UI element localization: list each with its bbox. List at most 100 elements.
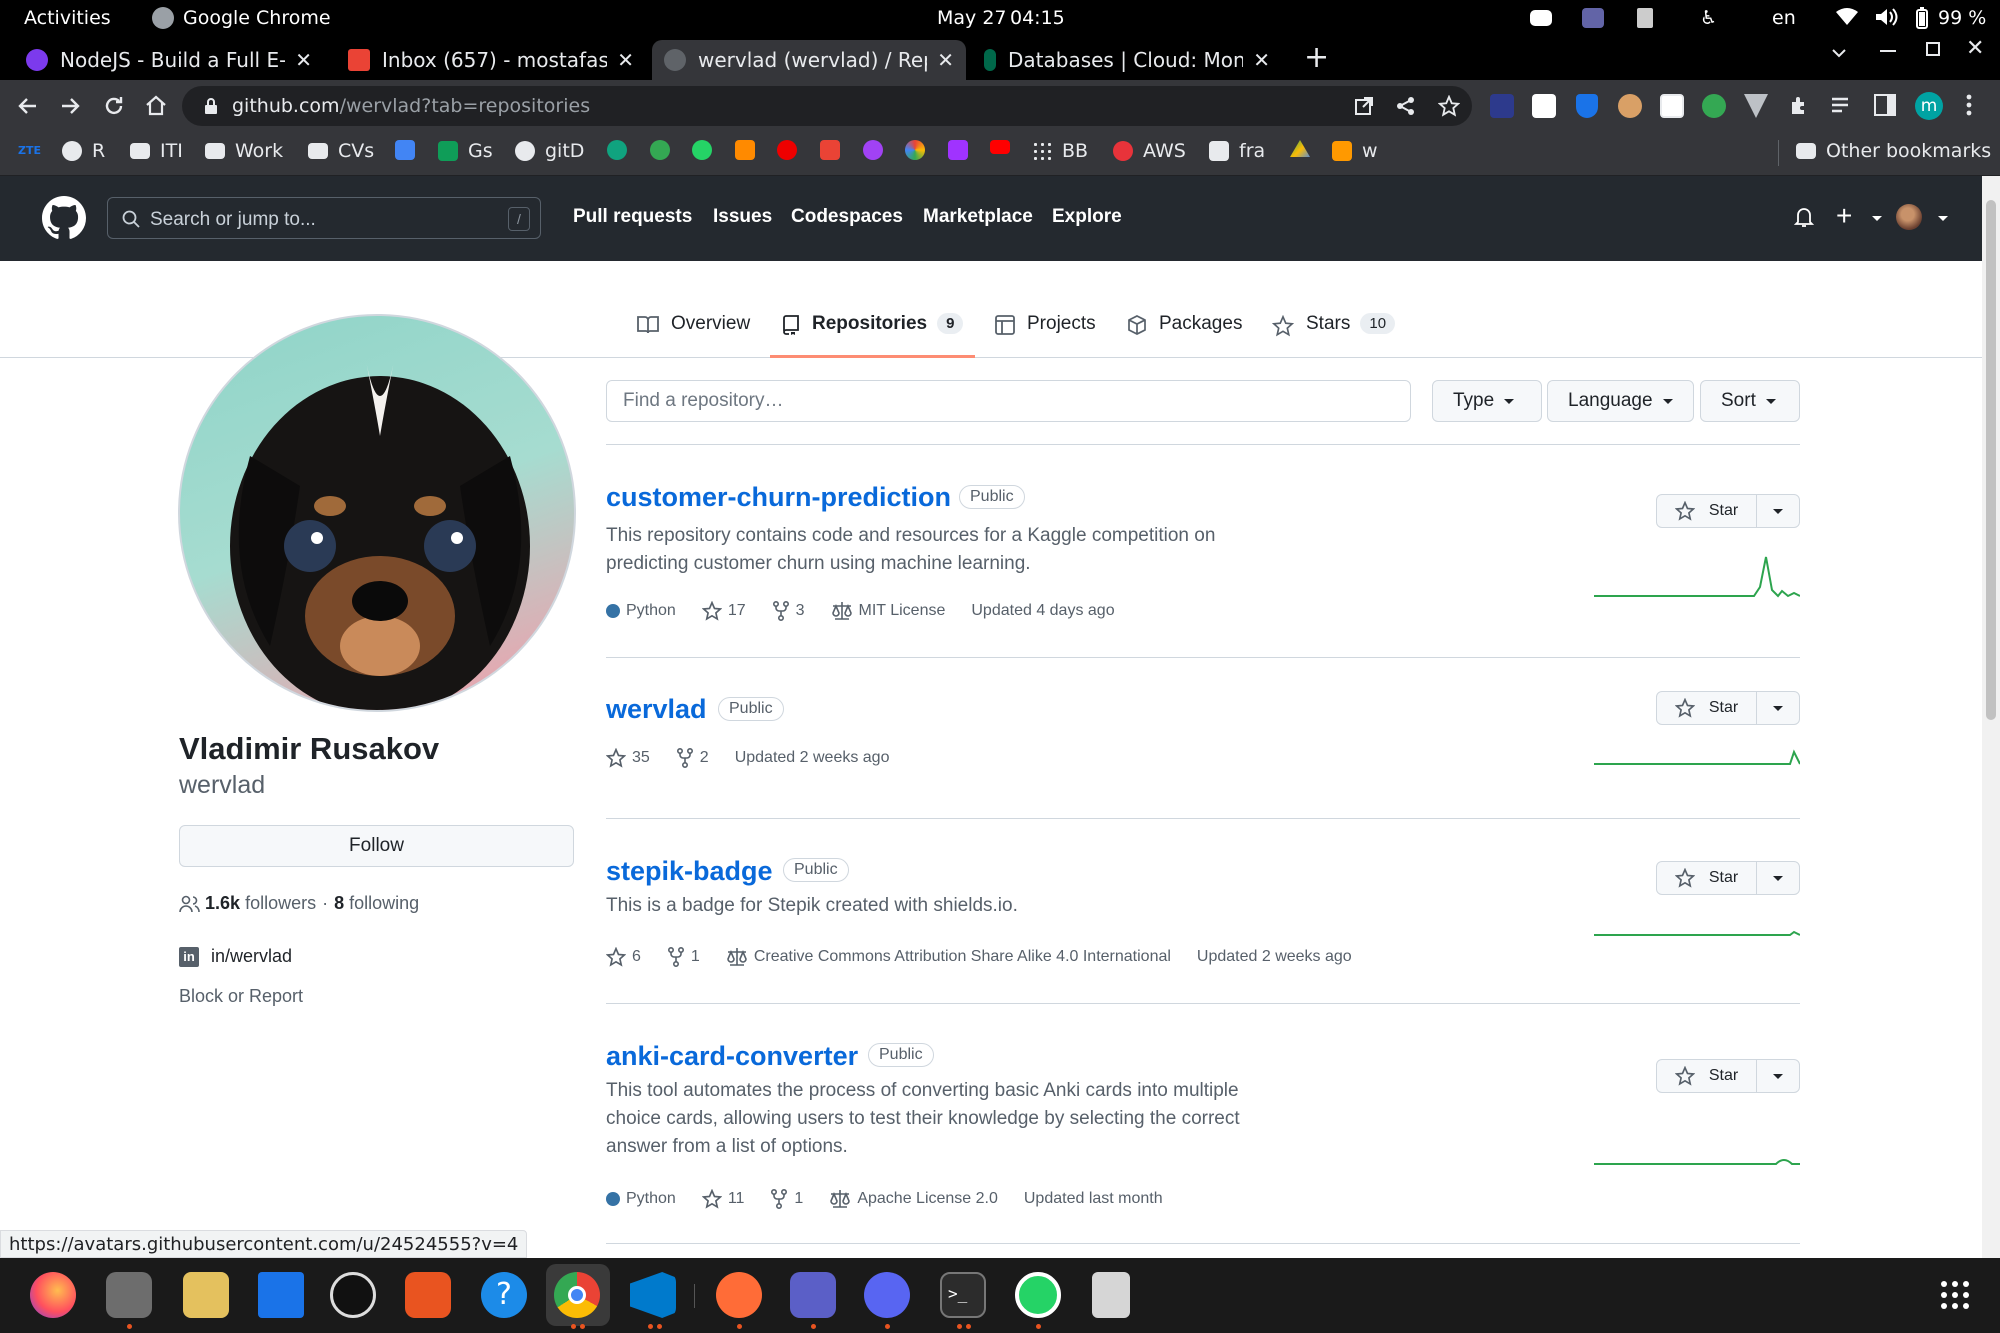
minimize-icon[interactable]: [1880, 50, 1896, 52]
show-apps-grid-icon[interactable]: [1940, 1280, 1970, 1310]
user-avatar[interactable]: [1896, 204, 1922, 230]
repo-name-link[interactable]: anki-card-converter: [606, 1041, 858, 1072]
bookmark-whatsapp[interactable]: [692, 140, 722, 160]
block-or-report-link[interactable]: Block or Report: [179, 986, 303, 1007]
new-tab-icon[interactable]: +: [1304, 40, 1329, 75]
bookmark-box[interactable]: [735, 140, 765, 160]
whatsapp-dock-icon[interactable]: [1015, 1272, 1061, 1318]
star-button-main[interactable]: Star: [1657, 862, 1757, 894]
notion-extension-icon[interactable]: [1660, 94, 1684, 118]
address-bar[interactable]: github.com/wervlad?tab=repositories: [182, 86, 1472, 126]
discord-dock-icon[interactable]: [864, 1272, 910, 1318]
type-filter-dropdown[interactable]: Type: [1432, 380, 1542, 422]
sort-dropdown[interactable]: Sort: [1700, 380, 1800, 422]
app-menu[interactable]: Google Chrome: [183, 7, 331, 29]
tab-close-icon[interactable]: ✕: [617, 48, 634, 72]
clock-time[interactable]: 04:15: [1010, 7, 1065, 29]
star-button-main[interactable]: Star: [1657, 692, 1757, 724]
firefox-icon[interactable]: [30, 1272, 76, 1318]
repo-forks-link[interactable]: 3: [772, 601, 805, 621]
star-button-main[interactable]: Star: [1657, 495, 1757, 527]
terminal-icon[interactable]: >_: [940, 1272, 986, 1318]
battery-icon[interactable]: [1916, 7, 1928, 29]
find-repository-input[interactable]: [606, 380, 1411, 422]
repo-stargazers-link[interactable]: 11: [701, 1189, 744, 1209]
lock-icon[interactable]: [204, 98, 218, 114]
restore-icon[interactable]: [1926, 42, 1940, 56]
follow-button[interactable]: Follow: [179, 825, 574, 867]
bookmark-r[interactable]: R: [62, 140, 105, 162]
bookmark-youtube[interactable]: [990, 140, 1020, 154]
bookmark-gs[interactable]: Gs: [438, 140, 493, 162]
star-list-dropdown[interactable]: [1757, 495, 1799, 527]
update-tray-icon[interactable]: [1637, 8, 1653, 28]
github-logo-icon[interactable]: [42, 196, 86, 240]
browser-tab-github[interactable]: wervlad (wervlad) / Repos ✕: [652, 40, 966, 80]
profile-avatar-image[interactable]: [178, 314, 576, 712]
following-link[interactable]: 8 following: [334, 893, 419, 914]
vscode-icon[interactable]: [630, 1272, 676, 1318]
repo-name-link[interactable]: customer-churn-prediction: [606, 482, 951, 513]
bookmark-messenger[interactable]: [948, 140, 978, 160]
reload-icon[interactable]: [102, 94, 126, 118]
repo-forks-link[interactable]: 2: [676, 748, 709, 768]
bookmark-app[interactable]: [650, 140, 680, 160]
star-button[interactable]: Star: [1656, 1059, 1800, 1093]
bookmark-ring[interactable]: [905, 140, 935, 160]
star-list-dropdown[interactable]: [1757, 1060, 1799, 1092]
repo-forks-link[interactable]: 1: [667, 947, 700, 967]
tab-stars[interactable]: Stars 10: [1272, 313, 1396, 358]
activities-button[interactable]: Activities: [24, 7, 111, 29]
extension-icon[interactable]: [1702, 94, 1726, 118]
home-icon[interactable]: [144, 94, 168, 118]
tab-close-icon[interactable]: ✕: [1253, 48, 1270, 72]
repo-forks-link[interactable]: 1: [770, 1189, 803, 1209]
tab-close-icon[interactable]: ✕: [295, 48, 312, 72]
other-bookmarks[interactable]: Other bookmarks: [1796, 140, 1991, 162]
browser-tab-nodejs[interactable]: NodeJS - Build a Full E-Co ✕: [14, 40, 324, 80]
tab-overview[interactable]: Overview: [637, 313, 750, 358]
bookmark-zte[interactable]: ZTE: [18, 144, 41, 157]
nav-pull-requests[interactable]: Pull requests: [573, 206, 692, 228]
extension-icon[interactable]: [1490, 94, 1514, 118]
tab-search-chevron-icon[interactable]: [1830, 44, 1848, 62]
nav-marketplace[interactable]: Marketplace: [923, 206, 1033, 228]
clock-date[interactable]: May 27: [937, 7, 1007, 29]
repo-stargazers-link[interactable]: 17: [701, 601, 746, 621]
nav-explore[interactable]: Explore: [1052, 206, 1122, 228]
discord-tray-icon[interactable]: [1530, 10, 1552, 26]
teams-dock-icon[interactable]: [790, 1272, 836, 1318]
tab-packages[interactable]: Packages: [1127, 313, 1242, 358]
writer-icon[interactable]: [258, 1272, 304, 1318]
postman-icon[interactable]: [716, 1272, 762, 1318]
repo-stargazers-link[interactable]: 6: [606, 947, 641, 967]
bookmark-work[interactable]: Work: [205, 140, 283, 162]
trash-icon[interactable]: [1092, 1272, 1130, 1318]
bookmark-w[interactable]: w: [1332, 140, 1378, 162]
forward-icon[interactable]: [58, 94, 82, 118]
bookmark-fra[interactable]: fra: [1209, 140, 1265, 162]
tab-repositories[interactable]: Repositories 9: [770, 313, 976, 358]
bookmark-star-icon[interactable]: [1438, 95, 1460, 117]
shield-extension-icon[interactable]: [1576, 94, 1598, 118]
create-chevron-icon[interactable]: [1872, 216, 1882, 221]
star-button[interactable]: Star: [1656, 691, 1800, 725]
extension-icon[interactable]: [1532, 94, 1556, 118]
teams-tray-icon[interactable]: [1582, 8, 1604, 28]
help-icon[interactable]: ?: [481, 1272, 527, 1318]
tab-close-icon[interactable]: ✕: [937, 48, 954, 72]
rhythmbox-icon[interactable]: [183, 1272, 229, 1318]
share-icon[interactable]: [1396, 96, 1416, 116]
star-list-dropdown[interactable]: [1757, 862, 1799, 894]
language-filter-dropdown[interactable]: Language: [1547, 380, 1694, 422]
bookmark-aws[interactable]: AWS: [1113, 140, 1186, 162]
open-in-app-icon[interactable]: [1354, 96, 1374, 116]
bookmark-gmail[interactable]: [820, 140, 850, 160]
input-language[interactable]: en: [1772, 7, 1796, 29]
bookmark-bb[interactable]: BB: [1032, 140, 1088, 162]
profile-avatar[interactable]: m: [1915, 92, 1943, 120]
nav-issues[interactable]: Issues: [713, 206, 772, 228]
social-linkedin[interactable]: in in/wervlad: [179, 946, 292, 967]
star-button[interactable]: Star: [1656, 861, 1800, 895]
app-center-icon[interactable]: [405, 1272, 451, 1318]
